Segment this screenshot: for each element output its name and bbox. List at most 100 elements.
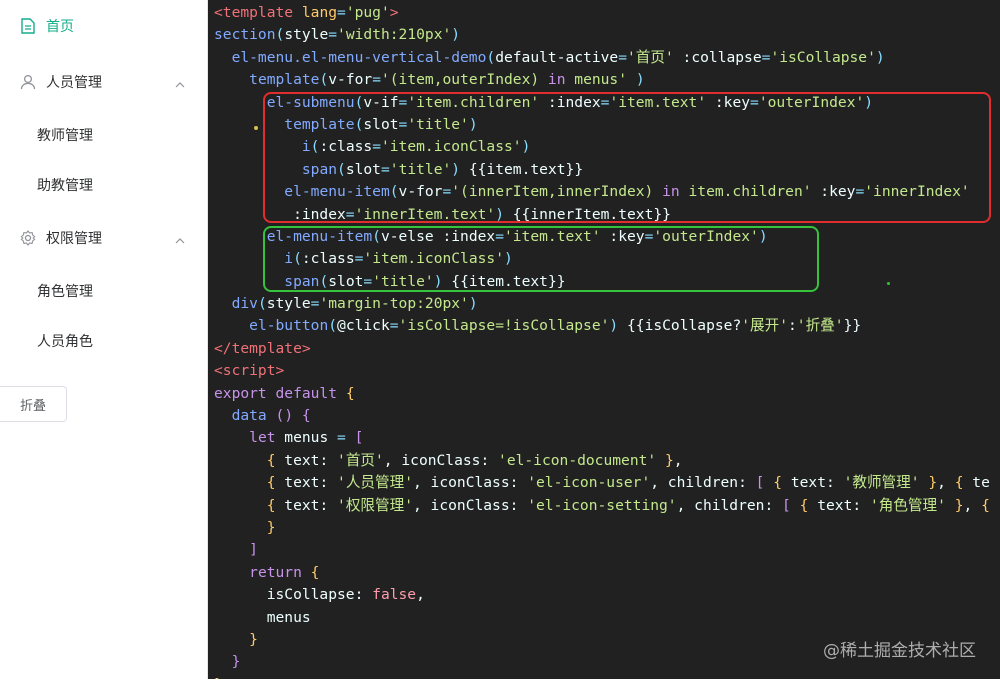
code-token: , iconClass: (412, 474, 528, 492)
code-token: ( (275, 26, 285, 44)
code-token: = (618, 48, 627, 66)
code-token: '首页' (337, 451, 384, 469)
watermark: @稀土掘金技术社区 (823, 641, 976, 661)
code-token: '首页' (627, 48, 674, 66)
code-token: , iconClass: (412, 496, 528, 514)
code-token: '人员管理' (337, 474, 413, 492)
code-token: 'el-icon-setting' (527, 496, 677, 514)
code-token: '展开' (741, 317, 788, 335)
code-token: ] (249, 541, 258, 559)
code-token: { (981, 496, 990, 514)
code-token: { (266, 451, 276, 469)
code-token: () (275, 407, 294, 425)
code-token: text: (782, 474, 844, 492)
menu-item-assistant[interactable]: 助教管理 (37, 175, 93, 195)
code-token: style (266, 295, 311, 313)
code-token: '权限管理' (337, 496, 413, 514)
submenu-highlight-box (263, 92, 991, 223)
submenu-title-personnel[interactable]: 人员管理 (0, 57, 207, 107)
collapse-button[interactable]: 折叠 (0, 386, 67, 422)
submenu-title-permission[interactable]: 权限管理 (0, 213, 207, 263)
code-token: = (337, 429, 346, 447)
code-token: menus' (565, 71, 628, 89)
code-token: data (231, 407, 267, 425)
menu-item-label: 首页 (46, 19, 74, 35)
code-token: '教师管理' (843, 474, 920, 492)
code-token: [ (782, 496, 791, 514)
code-token: 'isCollapse=!isCollapse' (398, 317, 610, 335)
code-token: section (214, 26, 276, 44)
code-token: ) (468, 295, 478, 313)
code-token: false (372, 586, 417, 604)
code-token: v-for (328, 71, 373, 89)
menu-item-home[interactable]: 首页 (0, 1, 207, 51)
code-line: } (214, 517, 990, 539)
code-token: te (963, 474, 990, 492)
menu-item-user-role[interactable]: 人员角色 (37, 331, 93, 351)
code-token: in (547, 71, 566, 89)
code-token: } (928, 474, 938, 492)
setting-icon (20, 230, 36, 246)
code-token: , (673, 451, 683, 469)
code-token: , children: (650, 474, 756, 492)
code-token: <script> (214, 362, 285, 380)
code-token: let (249, 429, 276, 447)
code-token: }} (843, 317, 862, 335)
code-token: { (266, 496, 276, 514)
code-token: ) (875, 48, 885, 66)
code-token: template (249, 71, 320, 89)
code-token: ( (257, 295, 267, 313)
code-token: } (231, 653, 241, 671)
code-token: text: (275, 474, 338, 492)
code-token: > (389, 4, 399, 21)
code-token: return (249, 563, 302, 581)
menu-item-role[interactable]: 角色管理 (37, 281, 93, 301)
code-token: , (963, 496, 982, 514)
code-line: ] (214, 539, 990, 561)
code-token: style (284, 26, 329, 44)
code-token: { (266, 474, 276, 492)
code-token: , iconClass: (383, 451, 499, 469)
code-token: ) (451, 26, 461, 44)
code-token: { (310, 563, 320, 581)
code-token: menus (275, 429, 338, 447)
code-token: ) (635, 71, 645, 89)
chevron-up-icon (175, 76, 185, 92)
code-token: </template> (214, 339, 311, 357)
code-line: el-button(@click='isCollapse=!isCollapse… (214, 315, 990, 337)
code-token: div (231, 295, 258, 313)
code-token: = (328, 26, 338, 44)
code-token: = (372, 71, 381, 89)
code-token: 'isCollapse' (770, 48, 876, 66)
code-token: } (266, 518, 276, 536)
code-token: menus (214, 608, 311, 626)
code-token: 'width:210px' (337, 26, 452, 44)
code-token: '折叠' (796, 317, 844, 335)
code-line: isCollapse: false, (214, 584, 990, 606)
code-line: { text: '人员管理', iconClass: 'el-icon-user… (214, 472, 990, 494)
code-token: } (664, 451, 674, 469)
menu-item-teacher[interactable]: 教师管理 (37, 125, 93, 145)
code-token: export default (214, 384, 338, 402)
code-token: = (337, 4, 346, 21)
user-icon (20, 74, 36, 90)
code-token: , (937, 474, 955, 492)
